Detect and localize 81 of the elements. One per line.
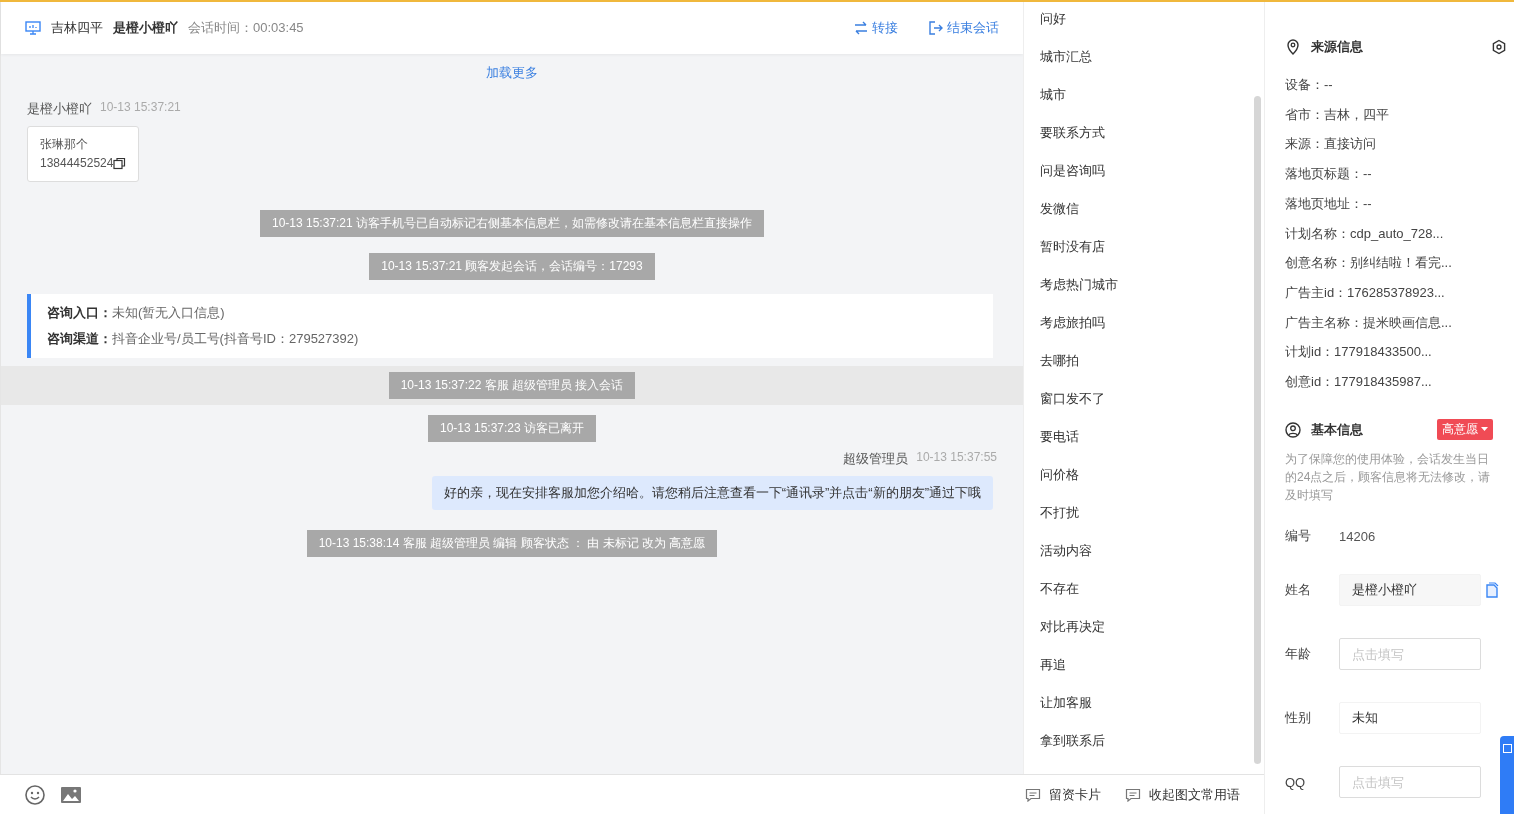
source-field: 省市：吉林，四平	[1285, 99, 1499, 130]
field-label: 性别	[1285, 709, 1312, 728]
phrase-item[interactable]: 再追	[1040, 646, 1254, 684]
source-field: 落地页地址：--	[1285, 188, 1499, 219]
sender-name: 是橙小橙吖	[27, 100, 92, 118]
source-field: 创意id：177918435987...	[1285, 367, 1499, 398]
message-icon	[1025, 787, 1041, 802]
phrase-item[interactable]: 发微信	[1040, 190, 1254, 228]
transfer-icon	[853, 20, 869, 36]
source-field: 计划名称：cdp_auto_728...	[1285, 218, 1499, 249]
phrase-item[interactable]: 考虑热门城市	[1040, 266, 1254, 304]
phrase-item[interactable]: 让加客服	[1040, 684, 1254, 722]
phrase-item[interactable]: 要电话	[1040, 418, 1254, 456]
system-notice: 10-13 15:37:21 顾客发起会话，会话编号：17293	[369, 253, 655, 280]
select-field[interactable]: 未知	[1339, 702, 1481, 735]
system-notice: 10-13 15:37:21 访客手机号已自动标记右侧基本信息栏，如需修改请在基本信息栏直接操作	[259, 210, 765, 237]
image-button[interactable]	[60, 784, 82, 805]
phrase-item[interactable]: 问好	[1040, 2, 1254, 38]
name-field: 是橙小橙吖	[1339, 574, 1481, 607]
phrase-item[interactable]: 窗口发不了	[1040, 380, 1254, 418]
source-field: 计划id：177918433500...	[1285, 337, 1499, 368]
source-field: 创意名称：别纠结啦！看完...	[1285, 248, 1499, 279]
field-label: 姓名	[1285, 581, 1312, 600]
phrase-item[interactable]: 考虑旅拍吗	[1040, 304, 1254, 342]
exit-icon	[928, 20, 944, 36]
field-label: 年龄	[1285, 645, 1312, 664]
visitor-location: 吉林四平	[51, 19, 103, 37]
emoji-button[interactable]	[24, 783, 46, 806]
caret-icon	[1481, 427, 1488, 433]
system-notice: 10-13 15:37:23 访客已离开	[427, 415, 597, 442]
phrase-item[interactable]: 要联系方式	[1040, 114, 1254, 152]
load-more-link[interactable]: 加载更多	[486, 64, 538, 82]
system-notice: 10-13 15:38:14 客服 超级管理员 编辑 顾客状态 ： 由 未标记 改为 高意愿	[306, 530, 718, 557]
copy-icon	[1485, 582, 1499, 599]
entry-info-line: 咨询渠道：抖音企业号/员工号(抖音号ID：279527392)	[47, 330, 360, 348]
transfer-button[interactable]: 转接	[853, 19, 898, 37]
message-icon	[1125, 787, 1141, 802]
source-field: 来源：直接访问	[1285, 129, 1499, 160]
sender-name: 超级管理员	[843, 450, 909, 468]
field-label: 编号	[1285, 527, 1312, 546]
monitor-icon	[25, 20, 41, 36]
field-value: 14206	[1339, 528, 1376, 544]
location-pin-icon	[1285, 39, 1301, 55]
visitor-name: 是橙小橙吖	[113, 19, 178, 37]
message-time: 10-13 15:37:55	[916, 450, 997, 466]
phrase-item[interactable]: 问是咨询吗	[1040, 152, 1254, 190]
settings-icon	[1491, 39, 1507, 55]
phrase-item[interactable]: 对比再决定	[1040, 608, 1254, 646]
source-field: 落地页标题：--	[1285, 159, 1499, 189]
phrase-item[interactable]: 不打扰	[1040, 494, 1254, 532]
phrase-item[interactable]: 城市汇总	[1040, 38, 1254, 76]
entry-info-line: 咨询入口：未知(暂无入口信息)	[47, 304, 226, 322]
phrase-item[interactable]: 不存在	[1040, 570, 1254, 608]
emoji-icon	[24, 783, 46, 806]
user-icon	[1285, 421, 1301, 438]
intent-tag[interactable]: 高意愿	[1437, 419, 1493, 441]
end-session-button[interactable]: 结束会话	[928, 19, 999, 37]
phrase-item[interactable]: 拿到联系后	[1040, 722, 1254, 760]
floating-tab[interactable]	[1500, 736, 1514, 814]
session-duration: 会话时间：00:03:45	[188, 19, 304, 37]
phrase-item[interactable]: 活动内容	[1040, 532, 1254, 570]
phrase-item[interactable]: 去哪拍	[1040, 342, 1254, 380]
toolbar-button[interactable]: 留资卡片	[1025, 785, 1101, 804]
system-notice: 10-13 15:37:22 客服 超级管理员 接入会话	[388, 372, 636, 399]
copy-icon	[113, 157, 127, 170]
phrase-item[interactable]: 暂时没有店	[1040, 228, 1254, 266]
message-bubble: 好的亲，现在安排客服加您介绍哈。请您稍后注意查看一下“通讯录”并点击“新的朋友”通过下哦	[431, 476, 993, 510]
notice-text: 为了保障您的使用体验，会话发生当日的24点之后，顾客信息将无法修改，请及时填写	[1285, 451, 1492, 505]
section-title: 来源信息	[1311, 38, 1363, 56]
source-field: 广告主id：176285378923...	[1285, 278, 1499, 308]
phrase-item[interactable]: 问价格	[1040, 456, 1254, 494]
source-field: 广告主名称：提米映画信息...	[1285, 307, 1499, 338]
message-time: 10-13 15:37:21	[100, 100, 181, 116]
image-icon	[60, 784, 82, 805]
scrollbar[interactable]	[1254, 96, 1261, 764]
message-bubble: 张琳那个 13844452524	[27, 126, 140, 182]
field-label: QQ	[1285, 774, 1307, 790]
section-title: 基本信息	[1311, 420, 1363, 439]
source-field: 设备：--	[1285, 70, 1499, 100]
toolbar-button[interactable]: 收起图文常用语	[1125, 785, 1240, 804]
phrase-item[interactable]: 城市	[1040, 76, 1254, 114]
